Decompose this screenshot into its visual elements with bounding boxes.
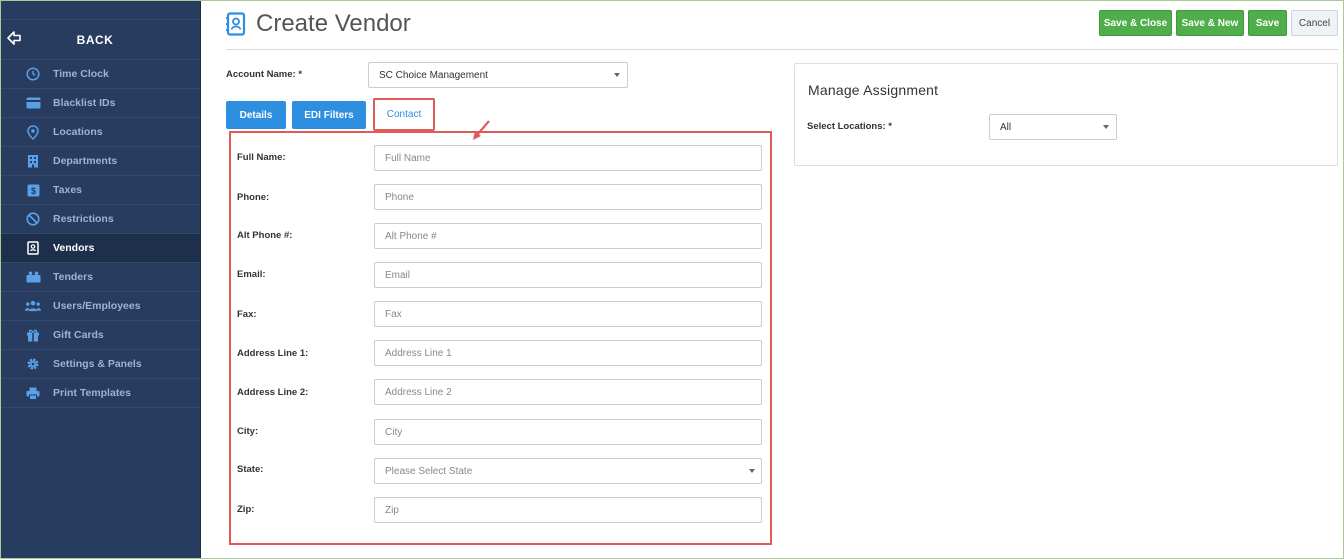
full-name-input[interactable]: Full Name <box>374 145 762 171</box>
alt-phone-label: Alt Phone #: <box>237 230 293 241</box>
cancel-button[interactable]: Cancel <box>1291 10 1338 36</box>
account-name-label: Account Name: * <box>226 69 303 80</box>
building-icon <box>25 153 41 169</box>
sidebar-item-vendors[interactable]: Vendors <box>0 234 200 263</box>
sidebar-item-label: Taxes <box>53 184 82 196</box>
contact-book-icon <box>25 240 41 256</box>
sidebar-top-strip <box>0 0 200 20</box>
contact-book-icon <box>226 12 246 36</box>
sidebar-item-gift-cards[interactable]: Gift Cards <box>0 321 200 350</box>
phone-placeholder: Phone <box>385 191 414 203</box>
sidebar-item-label: Users/Employees <box>53 300 141 312</box>
gear-icon <box>25 356 41 372</box>
full-name-placeholder: Full Name <box>385 152 431 164</box>
address-line-1-label: Address Line 1: <box>237 348 309 359</box>
select-locations-dropdown[interactable]: All <box>989 114 1117 140</box>
phone-input[interactable]: Phone <box>374 184 762 210</box>
sidebar-item-users-employees[interactable]: Users/Employees <box>0 292 200 321</box>
sidebar-item-label: Gift Cards <box>53 329 104 341</box>
clock-icon <box>25 66 41 82</box>
email-label: Email: <box>237 269 266 280</box>
phone-label: Phone: <box>237 192 270 203</box>
sidebar-item-label: Vendors <box>53 242 95 254</box>
city-placeholder: City <box>385 426 403 438</box>
gift-icon <box>25 327 41 343</box>
zip-input[interactable]: Zip <box>374 497 762 523</box>
state-select[interactable]: Please Select State <box>374 458 762 484</box>
sidebar-item-tenders[interactable]: Tenders <box>0 263 200 292</box>
email-placeholder: Email <box>385 269 411 281</box>
select-locations-value: All <box>1000 121 1012 133</box>
city-label: City: <box>237 426 259 437</box>
address-line-2-label: Address Line 2: <box>237 387 309 398</box>
location-pin-icon <box>25 124 41 140</box>
chevron-down-icon <box>749 469 755 473</box>
back-button[interactable]: BACK <box>0 20 200 60</box>
sidebar-item-restrictions[interactable]: Restrictions <box>0 205 200 234</box>
header-divider <box>226 49 1338 50</box>
tab-contact[interactable]: Contact <box>373 98 435 131</box>
sidebar-item-label: Settings & Panels <box>53 358 142 370</box>
city-input[interactable]: City <box>374 419 762 445</box>
tab-edi-filters[interactable]: EDI Filters <box>292 101 366 129</box>
page-header: Create Vendor <box>226 10 411 38</box>
ban-icon <box>25 211 41 227</box>
address-line-2-input[interactable]: Address Line 2 <box>374 379 762 405</box>
address-line-1-placeholder: Address Line 1 <box>385 347 452 359</box>
zip-label: Zip: <box>237 504 255 515</box>
email-input[interactable]: Email <box>374 262 762 288</box>
sidebar-item-label: Tenders <box>53 271 94 283</box>
zip-placeholder: Zip <box>385 504 399 516</box>
back-label: BACK <box>76 32 114 47</box>
sidebar-item-label: Departments <box>53 155 118 167</box>
card-icon <box>25 95 41 111</box>
chevron-down-icon <box>614 73 620 77</box>
sidebar-item-departments[interactable]: Departments <box>0 147 200 176</box>
tab-details[interactable]: Details <box>226 101 286 129</box>
save-button[interactable]: Save <box>1248 10 1287 36</box>
main-content: Create Vendor Save & Close Save & New Sa… <box>201 0 1344 559</box>
sidebar-item-time-clock[interactable]: Time Clock <box>0 60 200 89</box>
page-title: Create Vendor <box>256 10 411 37</box>
alt-phone-input[interactable]: Alt Phone # <box>374 223 762 249</box>
arrow-left-icon <box>7 31 21 45</box>
sidebar-item-print-templates[interactable]: Print Templates <box>0 379 200 408</box>
sidebar-item-taxes[interactable]: $ Taxes <box>0 176 200 205</box>
contact-form: Full Name: Full Name Phone: Phone Alt Ph… <box>229 131 772 545</box>
save-new-button[interactable]: Save & New <box>1176 10 1244 36</box>
account-name-select[interactable]: SC Choice Management <box>368 62 628 88</box>
fax-placeholder: Fax <box>385 308 402 320</box>
manage-assignment-panel: Manage Assignment Select Locations: * Al… <box>794 63 1338 166</box>
address-line-1-input[interactable]: Address Line 1 <box>374 340 762 366</box>
tender-icon <box>25 269 41 285</box>
sidebar-item-blacklist-ids[interactable]: Blacklist IDs <box>0 89 200 118</box>
save-close-button[interactable]: Save & Close <box>1099 10 1172 36</box>
address-line-2-placeholder: Address Line 2 <box>385 386 452 398</box>
sidebar-item-locations[interactable]: Locations <box>0 118 200 147</box>
sidebar-item-settings-panels[interactable]: Settings & Panels <box>0 350 200 379</box>
sidebar-item-label: Time Clock <box>53 68 109 80</box>
select-locations-label: Select Locations: * <box>807 121 892 132</box>
users-icon <box>25 298 41 314</box>
sidebar: BACK Time Clock Blacklist IDs Locations … <box>0 0 201 559</box>
manage-assignment-title: Manage Assignment <box>808 82 939 98</box>
chevron-down-icon <box>1103 125 1109 129</box>
sidebar-item-label: Locations <box>53 126 103 138</box>
dollar-icon: $ <box>25 182 41 198</box>
sidebar-item-label: Blacklist IDs <box>53 97 116 109</box>
printer-icon <box>25 385 41 401</box>
state-placeholder: Please Select State <box>385 465 473 477</box>
sidebar-item-label: Print Templates <box>53 387 131 399</box>
state-label: State: <box>237 464 264 475</box>
fax-label: Fax: <box>237 309 257 320</box>
account-name-value: SC Choice Management <box>379 69 488 81</box>
fax-input[interactable]: Fax <box>374 301 762 327</box>
sidebar-item-label: Restrictions <box>53 213 114 225</box>
alt-phone-placeholder: Alt Phone # <box>385 230 437 242</box>
full-name-label: Full Name: <box>237 152 286 163</box>
svg-text:$: $ <box>30 186 35 196</box>
